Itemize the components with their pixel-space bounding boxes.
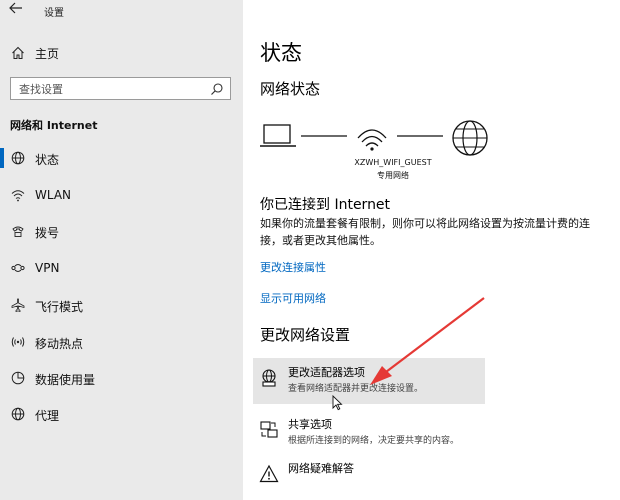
internet-globe-icon bbox=[452, 120, 488, 156]
sidebar-item-label: 拨号 bbox=[35, 226, 60, 240]
vpn-icon bbox=[10, 260, 26, 276]
hotspot-icon bbox=[10, 334, 26, 350]
sharing-icon bbox=[259, 420, 279, 440]
sidebar-item-label: 状态 bbox=[35, 153, 60, 167]
sidebar-item-label: WLAN bbox=[35, 188, 72, 202]
sidebar-item-label: 飞行模式 bbox=[35, 300, 84, 314]
option-description: 根据所连接到的网络，决定要共享的内容。 bbox=[288, 436, 460, 446]
network-type: 专用网络 bbox=[377, 171, 409, 180]
wifi-icon bbox=[10, 187, 26, 203]
search-icon[interactable] bbox=[210, 81, 224, 95]
network-name: XZWH_WIFI_GUEST bbox=[354, 158, 432, 167]
change-network-settings-title: 更改网络设置 bbox=[260, 326, 351, 344]
section-title: 网络和 Internet bbox=[10, 119, 98, 132]
sidebar-item-vpn[interactable]: VPN bbox=[0, 256, 243, 280]
network-troubleshooter[interactable]: 网络疑难解答 bbox=[253, 454, 485, 500]
back-button[interactable] bbox=[6, 2, 26, 20]
option-title: 共享选项 bbox=[288, 418, 332, 431]
sidebar-item-airplane[interactable]: 飞行模式 bbox=[0, 293, 243, 317]
connection-description: 如果你的流量套餐有限制，则你可以将此网络设置为按流量计费的连接，或者更改其他属性… bbox=[260, 217, 590, 247]
mouse-cursor-icon bbox=[332, 395, 343, 411]
window-title: 设置 bbox=[44, 8, 64, 19]
change-connection-properties-link[interactable]: 更改连接属性 bbox=[260, 259, 326, 275]
connection-title: 你已连接到 Internet bbox=[260, 197, 391, 213]
network-status-title: 网络状态 bbox=[260, 80, 321, 98]
change-adapter-options[interactable]: 更改适配器选项 查看网络适配器并更改连接设置。 bbox=[253, 358, 485, 404]
sidebar-item-label: 数据使用量 bbox=[35, 373, 96, 387]
option-title: 更改适配器选项 bbox=[288, 366, 365, 379]
data-usage-icon bbox=[10, 370, 26, 386]
network-diagram: XZWH_WIFI_GUEST 专用网络 bbox=[260, 118, 500, 186]
sidebar-item-home[interactable]: 主页 bbox=[0, 42, 243, 64]
sidebar: 设置 主页 网络和 Internet 状态 WLAN 拨号 bbox=[0, 0, 243, 500]
sidebar-item-status[interactable]: 状态 bbox=[0, 146, 243, 170]
sidebar-item-wlan[interactable]: WLAN bbox=[0, 183, 243, 207]
sidebar-home-label: 主页 bbox=[35, 47, 60, 61]
back-arrow-icon bbox=[9, 2, 22, 14]
proxy-globe-icon bbox=[10, 406, 26, 422]
adapter-icon bbox=[259, 368, 279, 388]
option-title: 网络疑难解答 bbox=[288, 462, 354, 475]
laptop-icon bbox=[260, 124, 296, 147]
airplane-icon bbox=[10, 297, 26, 313]
wifi-signal-icon bbox=[357, 129, 387, 151]
sidebar-item-label: VPN bbox=[35, 261, 60, 275]
sidebar-item-proxy[interactable]: 代理 bbox=[0, 402, 243, 426]
search-box[interactable] bbox=[10, 77, 231, 100]
sidebar-item-hotspot[interactable]: 移动热点 bbox=[0, 330, 243, 354]
warning-icon bbox=[259, 464, 279, 484]
option-description: 查看网络适配器并更改连接设置。 bbox=[288, 384, 424, 394]
show-available-networks-link[interactable]: 显示可用网络 bbox=[260, 290, 326, 306]
title-bar: 设置 bbox=[0, 0, 243, 22]
sidebar-item-label: 代理 bbox=[35, 409, 60, 423]
sidebar-item-dialup[interactable]: 拨号 bbox=[0, 219, 243, 243]
home-icon bbox=[10, 45, 26, 61]
sidebar-item-label: 移动热点 bbox=[35, 337, 84, 351]
page-title: 状态 bbox=[260, 41, 302, 65]
sharing-options[interactable]: 共享选项 根据所连接到的网络，决定要共享的内容。 bbox=[253, 410, 485, 456]
main-content: 状态 网络状态 XZWH_WIFI_GUEST 专用网络 你已连接到 Inter… bbox=[243, 0, 620, 500]
sidebar-item-data-usage[interactable]: 数据使用量 bbox=[0, 366, 243, 390]
search-input[interactable] bbox=[11, 79, 201, 100]
globe-status-icon bbox=[10, 150, 26, 166]
dialup-icon bbox=[10, 223, 26, 239]
